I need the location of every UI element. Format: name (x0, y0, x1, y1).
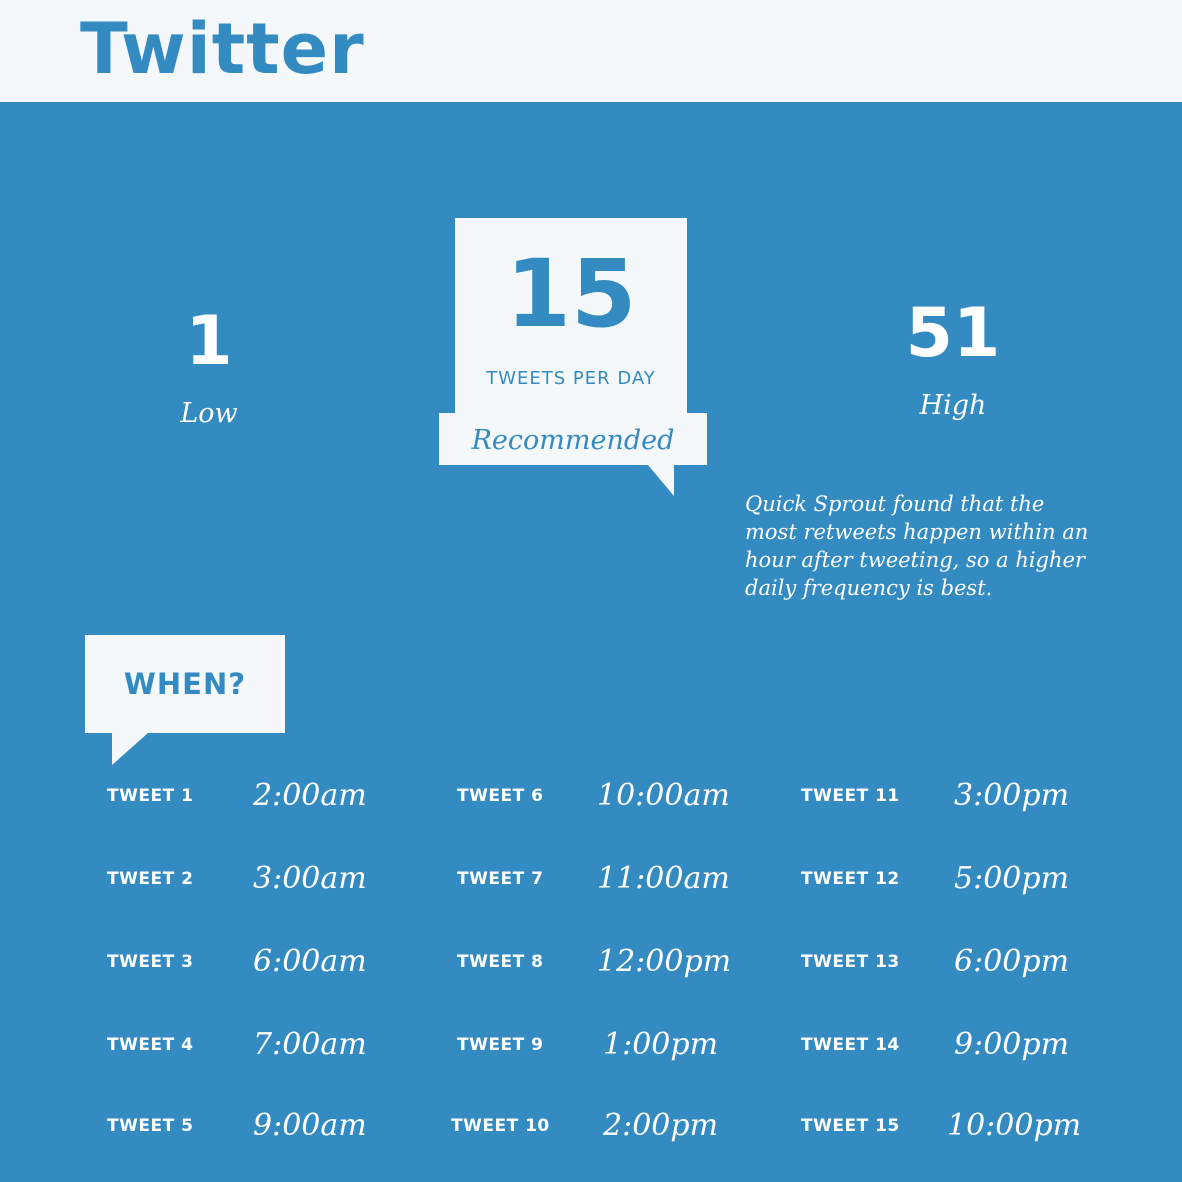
high-value: 51 (905, 294, 1001, 373)
twitter-infographic: Twitter 1 Low 15 TWEETS PER DAY Recommen… (0, 0, 1182, 1182)
tweet-label: TWEET 4 (107, 1035, 194, 1055)
tweet-label: TWEET 11 (801, 786, 900, 806)
note-line: most retweets happen within an (745, 520, 1089, 544)
tweet-label: TWEET 10 (451, 1116, 550, 1136)
note-line: daily frequency is best. (745, 576, 993, 600)
tweet-label: TWEET 1 (107, 786, 194, 806)
low-value: 1 (185, 302, 233, 381)
when-label: WHEN? (123, 667, 247, 701)
tweet-label: TWEET 2 (107, 869, 194, 889)
tweet-label: TWEET 9 (457, 1035, 544, 1055)
tweet-label: TWEET 7 (457, 869, 544, 889)
tweet-label: TWEET 3 (107, 952, 194, 972)
tweet-time: 6:00am (253, 944, 367, 979)
tweet-time: 9:00am (253, 1108, 367, 1143)
tweet-time: 2:00am (253, 778, 367, 813)
note-line: Quick Sprout found that the (745, 492, 1045, 516)
high-frequency: 51 High (803, 294, 1103, 422)
tweet-label: TWEET 12 (801, 869, 900, 889)
quick-sprout-note: Quick Sprout found that the most retweet… (745, 490, 1125, 602)
tweet-time: 3:00am (253, 861, 367, 896)
tweet-time: 1:00pm (603, 1027, 719, 1062)
tweet-time: 2:00pm (603, 1108, 719, 1143)
speech-bubble-tail-icon (648, 465, 674, 496)
high-label: High (919, 390, 987, 421)
tweet-label: TWEET 6 (457, 786, 544, 806)
recommended-banner: Recommended (439, 413, 707, 465)
recommended-value: 15 (505, 240, 637, 349)
speech-bubble-tail-icon (112, 733, 148, 765)
recommended-card: 15 TWEETS PER DAY (455, 218, 687, 413)
tweet-time: 7:00am (253, 1027, 367, 1062)
tweet-time: 9:00pm (954, 1027, 1070, 1062)
tweet-time: 12:00pm (597, 944, 732, 979)
tweet-time: 10:00pm (947, 1108, 1082, 1143)
low-label: Low (180, 398, 238, 429)
tweet-label: TWEET 8 (457, 952, 544, 972)
tweet-time: 6:00pm (954, 944, 1070, 979)
header-bar: Twitter (0, 0, 1182, 102)
tweet-time: 11:00am (597, 861, 730, 896)
tweet-label: TWEET 13 (801, 952, 900, 972)
tweet-time: 5:00pm (954, 861, 1070, 896)
tweet-label: TWEET 14 (801, 1035, 900, 1055)
tweet-label: TWEET 5 (107, 1116, 194, 1136)
tweet-time: 10:00am (597, 778, 730, 813)
when-heading: WHEN? (85, 635, 285, 733)
recommended-label: Recommended (471, 425, 675, 456)
page-title: Twitter (80, 8, 365, 90)
tweet-label: TWEET 15 (801, 1116, 900, 1136)
tweet-time: 3:00pm (954, 778, 1070, 813)
note-line: hour after tweeting, so a higher (745, 548, 1085, 572)
recommended-unit: TWEETS PER DAY (486, 368, 656, 389)
low-frequency: 1 Low (59, 302, 359, 430)
